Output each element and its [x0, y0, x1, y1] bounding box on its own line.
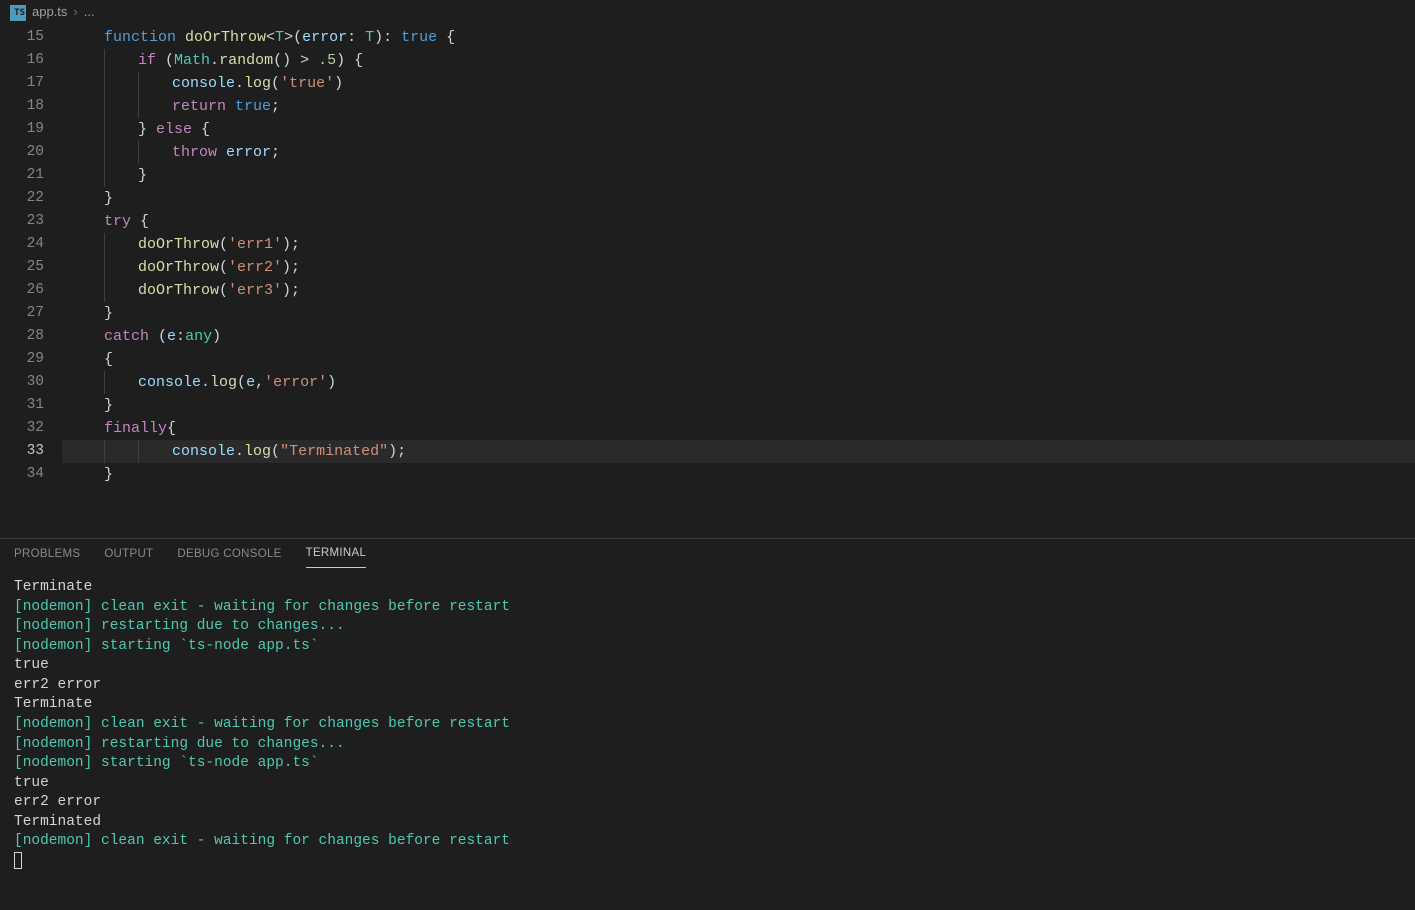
breadcrumb: TS app.ts › ... — [0, 0, 1415, 26]
line-number: 29 — [0, 348, 44, 371]
code-line[interactable]: console.log(e,'error') — [62, 371, 1415, 394]
terminal-line: [nodemon] restarting due to changes... — [14, 617, 1401, 637]
code-line[interactable]: doOrThrow('err1'); — [62, 233, 1415, 256]
terminal-line: [nodemon] clean exit - waiting for chang… — [14, 598, 1401, 618]
code-line[interactable]: console.log("Terminated"); — [62, 440, 1415, 463]
terminal-line: [nodemon] clean exit - waiting for chang… — [14, 832, 1401, 852]
code-line[interactable]: } — [62, 302, 1415, 325]
code-line[interactable]: } — [62, 463, 1415, 486]
line-number: 26 — [0, 279, 44, 302]
code-line[interactable]: } — [62, 187, 1415, 210]
terminal-line: Terminate — [14, 578, 1401, 598]
panel-tab-problems[interactable]: PROBLEMS — [14, 546, 80, 568]
line-number: 19 — [0, 118, 44, 141]
typescript-file-icon: TS — [10, 5, 26, 21]
terminal-line: [nodemon] starting `ts-node app.ts` — [14, 637, 1401, 657]
line-number: 34 — [0, 463, 44, 486]
breadcrumb-trail[interactable]: ... — [84, 2, 95, 22]
code-content[interactable]: function doOrThrow<T>(error: T): true {i… — [62, 26, 1415, 538]
line-number: 25 — [0, 256, 44, 279]
line-number: 23 — [0, 210, 44, 233]
line-number: 21 — [0, 164, 44, 187]
line-number: 30 — [0, 371, 44, 394]
panel-tab-bar: PROBLEMS OUTPUT DEBUG CONSOLE TERMINAL — [0, 539, 1415, 574]
code-line[interactable]: finally{ — [62, 417, 1415, 440]
code-line[interactable]: doOrThrow('err3'); — [62, 279, 1415, 302]
chevron-right-icon: › — [73, 2, 77, 22]
editor-window: TS app.ts › ... 151617181920212223242526… — [0, 0, 1415, 910]
line-number: 33 — [0, 440, 44, 463]
code-line[interactable]: } else { — [62, 118, 1415, 141]
line-number: 31 — [0, 394, 44, 417]
terminal-cursor — [14, 852, 1401, 872]
line-number-gutter: 1516171819202122232425262728293031323334 — [0, 26, 62, 538]
bottom-panel: PROBLEMS OUTPUT DEBUG CONSOLE TERMINAL Term… — [0, 538, 1415, 910]
line-number: 27 — [0, 302, 44, 325]
terminal-line: Terminate — [14, 695, 1401, 715]
line-number: 24 — [0, 233, 44, 256]
line-number: 16 — [0, 49, 44, 72]
terminal-line: [nodemon] starting `ts-node app.ts` — [14, 754, 1401, 774]
terminal-line: true — [14, 774, 1401, 794]
code-line[interactable]: } — [62, 164, 1415, 187]
code-line[interactable]: doOrThrow('err2'); — [62, 256, 1415, 279]
terminal-line: [nodemon] clean exit - waiting for chang… — [14, 715, 1401, 735]
terminal-output[interactable]: Terminate[nodemon] clean exit - waiting … — [0, 574, 1415, 910]
line-number: 15 — [0, 26, 44, 49]
line-number: 28 — [0, 325, 44, 348]
terminal-line: err2 error — [14, 676, 1401, 696]
terminal-line: Terminated — [14, 813, 1401, 833]
code-line[interactable]: catch (e:any) — [62, 325, 1415, 348]
terminal-line: err2 error — [14, 793, 1401, 813]
code-line[interactable]: console.log('true') — [62, 72, 1415, 95]
line-number: 17 — [0, 72, 44, 95]
line-number: 22 — [0, 187, 44, 210]
panel-tab-terminal[interactable]: TERMINAL — [306, 545, 367, 568]
code-line[interactable]: throw error; — [62, 141, 1415, 164]
panel-tab-debug[interactable]: DEBUG CONSOLE — [177, 546, 281, 568]
breadcrumb-file[interactable]: app.ts — [32, 2, 67, 22]
line-number: 32 — [0, 417, 44, 440]
code-editor[interactable]: 1516171819202122232425262728293031323334… — [0, 26, 1415, 538]
code-line[interactable]: try { — [62, 210, 1415, 233]
terminal-line: [nodemon] restarting due to changes... — [14, 735, 1401, 755]
code-line[interactable]: } — [62, 394, 1415, 417]
panel-tab-output[interactable]: OUTPUT — [104, 546, 153, 568]
terminal-line: true — [14, 656, 1401, 676]
code-line[interactable]: if (Math.random() > .5) { — [62, 49, 1415, 72]
code-line[interactable]: { — [62, 348, 1415, 371]
code-line[interactable]: function doOrThrow<T>(error: T): true { — [62, 26, 1415, 49]
code-line[interactable]: return true; — [62, 95, 1415, 118]
line-number: 18 — [0, 95, 44, 118]
line-number: 20 — [0, 141, 44, 164]
